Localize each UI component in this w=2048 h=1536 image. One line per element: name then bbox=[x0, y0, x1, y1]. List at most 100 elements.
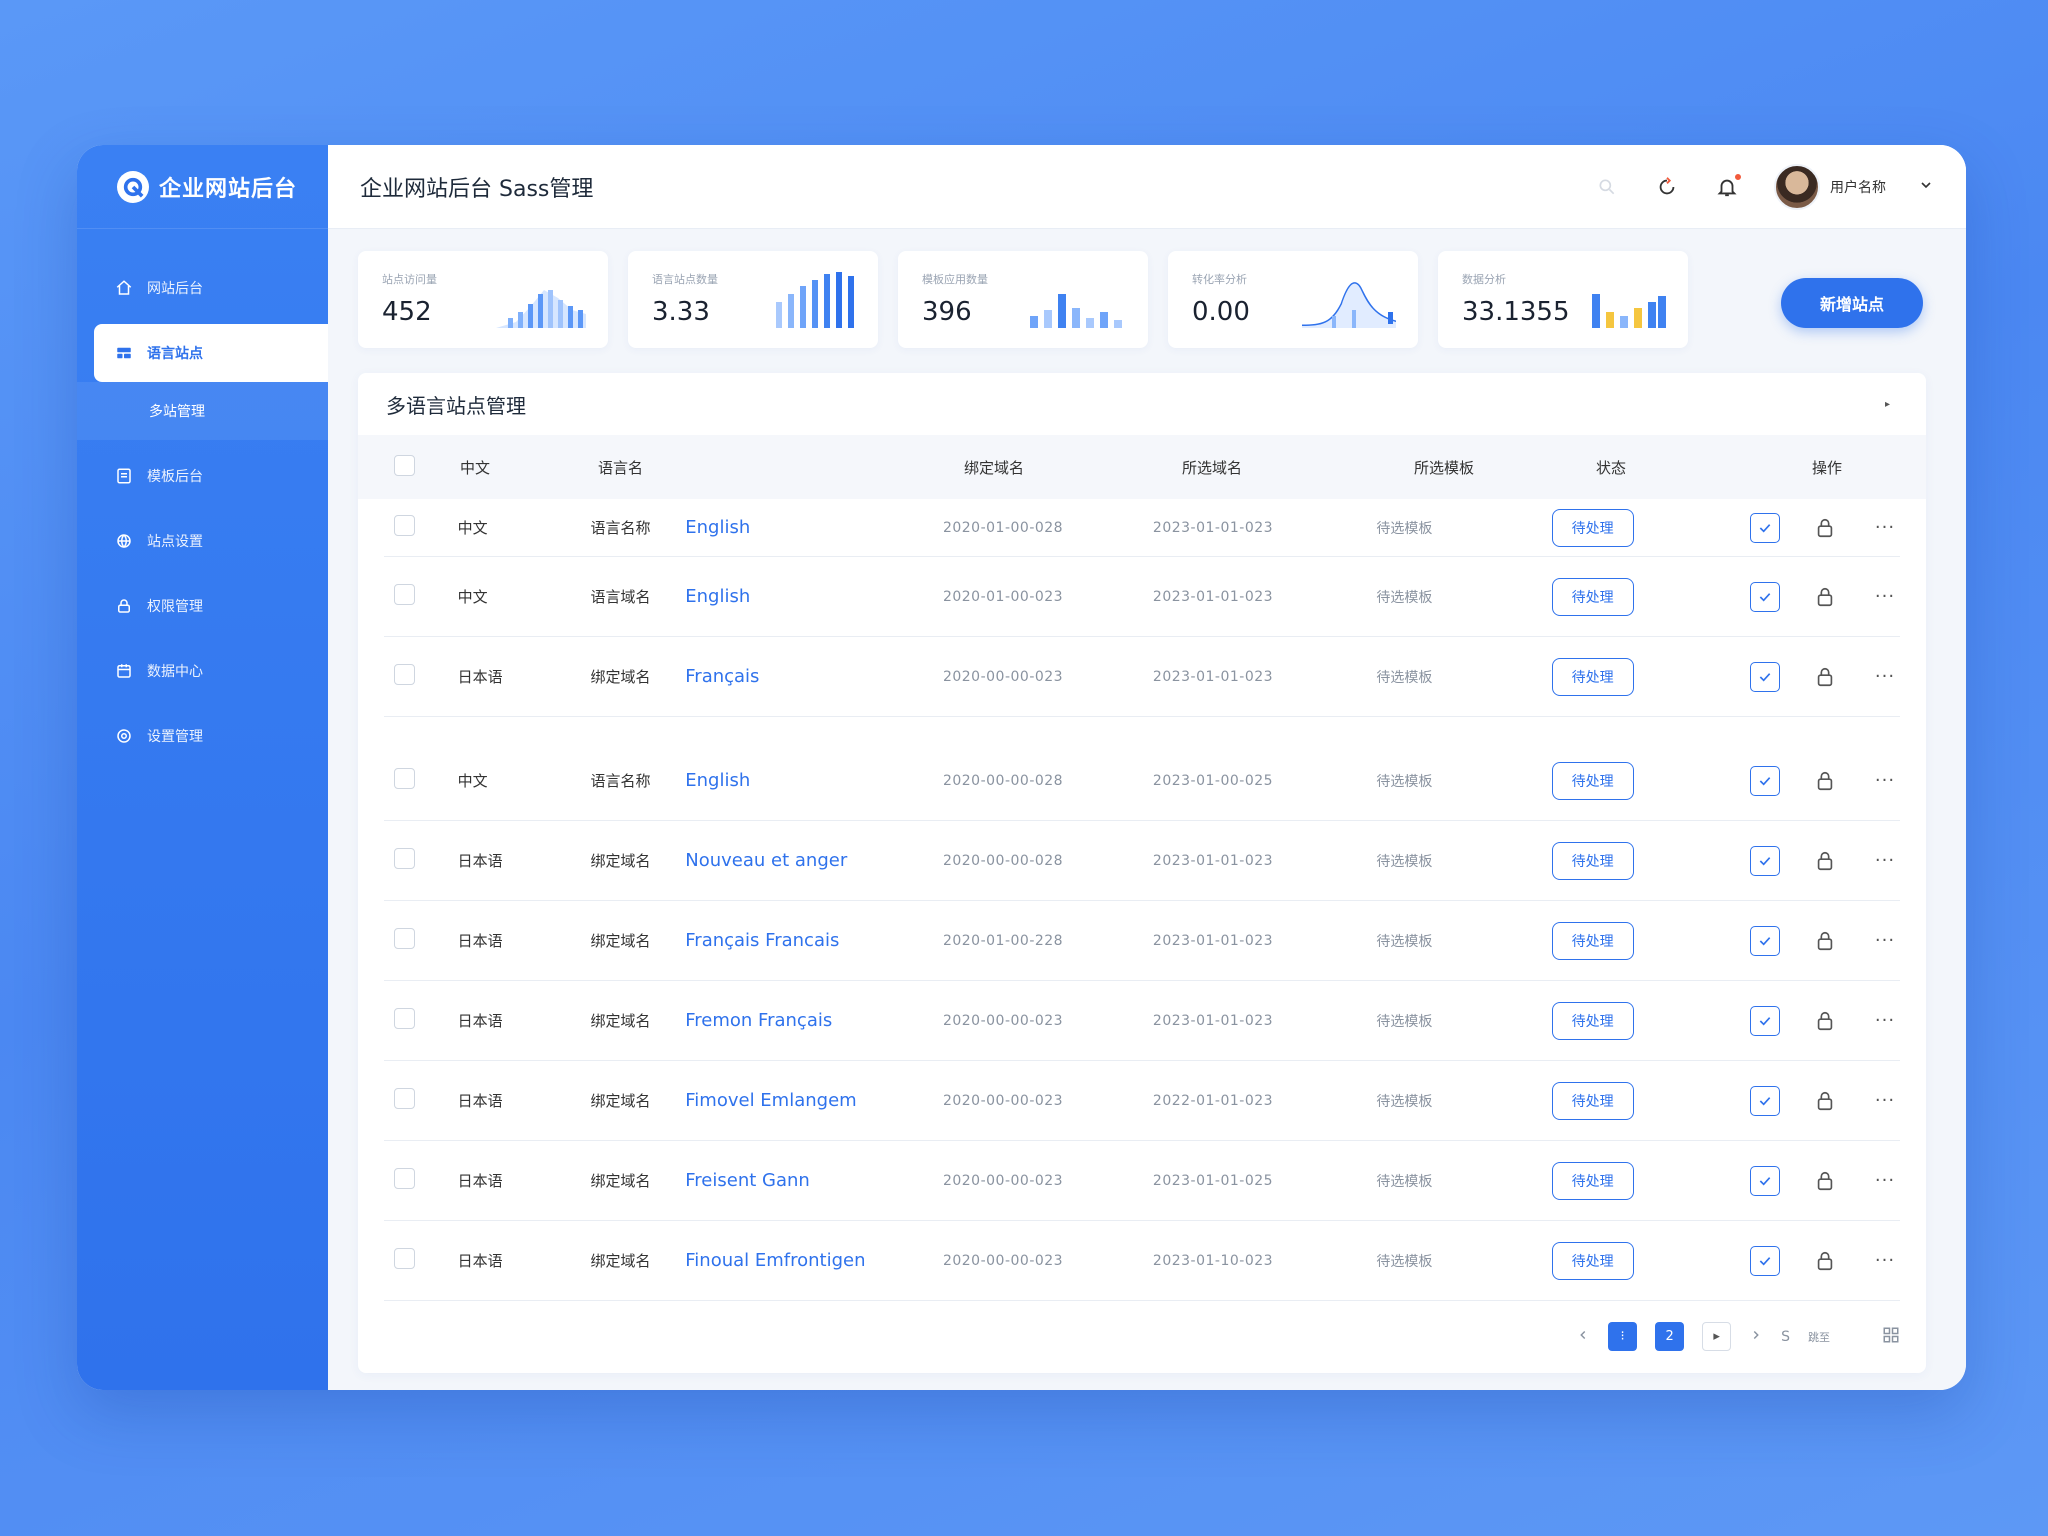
refresh-icon[interactable] bbox=[1654, 174, 1680, 200]
stat-card[interactable]: 数据分析 33.1355 bbox=[1438, 251, 1688, 348]
row-checkbox[interactable] bbox=[394, 664, 415, 685]
status-button[interactable]: 待处理 bbox=[1551, 1241, 1634, 1280]
page-jump[interactable]: 跳至 bbox=[1808, 1329, 1830, 1345]
language-link[interactable]: Français bbox=[685, 666, 759, 687]
row-checkbox[interactable] bbox=[394, 1088, 415, 1109]
table-row[interactable]: 日本语 绑定域名 Freisent Gann 2020-00-00-023 20… bbox=[384, 1141, 1900, 1221]
stat-card[interactable]: 站点访问量 452 bbox=[358, 251, 608, 348]
more-icon[interactable]: ··· bbox=[1870, 1166, 1900, 1196]
select-all-checkbox[interactable] bbox=[394, 454, 415, 476]
status-button[interactable]: 待处理 bbox=[1551, 841, 1634, 880]
page-button[interactable]: 2 bbox=[1655, 1322, 1685, 1351]
approve-check-icon[interactable] bbox=[1750, 845, 1781, 876]
more-icon[interactable]: ··· bbox=[1870, 846, 1900, 876]
row-checkbox[interactable] bbox=[394, 1008, 415, 1029]
sidebar-item-templates[interactable]: 模板后台 bbox=[77, 447, 328, 505]
approve-check-icon[interactable] bbox=[1750, 1005, 1781, 1036]
new-site-button[interactable]: 新增站点 bbox=[1781, 278, 1923, 328]
lock-icon[interactable] bbox=[1810, 926, 1840, 956]
table-row[interactable]: 日本语 绑定域名 Français Francais 2020-01-00-22… bbox=[384, 901, 1900, 981]
row-checkbox[interactable] bbox=[394, 1248, 415, 1269]
chevron-down-icon[interactable] bbox=[1918, 177, 1934, 197]
language-link[interactable]: English bbox=[685, 770, 750, 791]
stat-card[interactable]: 语言站点数量 3.33 bbox=[628, 251, 878, 348]
table-row[interactable]: 日本语 绑定域名 Finoual Emfrontigen 2020-00-00-… bbox=[384, 1221, 1900, 1301]
language-link[interactable]: Nouveau et anger bbox=[685, 850, 847, 871]
status-button[interactable]: 待处理 bbox=[1551, 508, 1634, 547]
next-page-icon[interactable] bbox=[1749, 1328, 1763, 1346]
brand[interactable]: 企业网站后台 bbox=[77, 145, 328, 229]
approve-check-icon[interactable] bbox=[1750, 925, 1781, 956]
lock-icon[interactable] bbox=[1810, 846, 1840, 876]
lock-icon[interactable] bbox=[1810, 662, 1840, 692]
sidebar-item-permissions[interactable]: 权限管理 bbox=[77, 577, 328, 635]
table-row[interactable]: 日本语 绑定域名 Fimovel Emlangem 2020-00-00-023… bbox=[384, 1061, 1900, 1141]
more-icon[interactable]: ··· bbox=[1870, 662, 1900, 692]
lock-icon[interactable] bbox=[1810, 513, 1840, 543]
row-checkbox[interactable] bbox=[394, 768, 415, 789]
row-checkbox[interactable] bbox=[394, 515, 415, 536]
approve-check-icon[interactable] bbox=[1750, 1165, 1781, 1196]
language-link[interactable]: Fremon Français bbox=[685, 1010, 832, 1031]
approve-check-icon[interactable] bbox=[1750, 512, 1781, 543]
more-icon[interactable]: ··· bbox=[1870, 513, 1900, 543]
sidebar-item-home[interactable]: 网站后台 bbox=[77, 259, 328, 317]
lock-icon[interactable] bbox=[1810, 1006, 1840, 1036]
bell-icon[interactable] bbox=[1714, 171, 1743, 200]
row-checkbox[interactable] bbox=[394, 1168, 415, 1189]
sidebar-item-site-settings[interactable]: 站点设置 bbox=[77, 512, 328, 570]
search-icon[interactable] bbox=[1594, 174, 1620, 200]
row-checkbox[interactable] bbox=[394, 584, 415, 605]
table-row[interactable]: 日本语 绑定域名 Fremon Français 2020-00-00-023 … bbox=[384, 981, 1900, 1061]
status-button[interactable]: 待处理 bbox=[1551, 1001, 1634, 1040]
table-row[interactable]: 日本语 绑定域名 Français 2020-00-00-023 2023-01… bbox=[384, 637, 1900, 717]
sidebar-subitem-multi-site[interactable]: 多站管理 bbox=[77, 382, 328, 440]
status-button[interactable]: 待处理 bbox=[1551, 577, 1634, 616]
sidebar-item-data-center[interactable]: 数据中心 bbox=[77, 642, 328, 700]
more-icon[interactable]: ··· bbox=[1870, 582, 1900, 612]
lock-icon[interactable] bbox=[1810, 766, 1840, 796]
lock-icon[interactable] bbox=[1810, 582, 1840, 612]
more-icon[interactable]: ··· bbox=[1870, 1086, 1900, 1116]
more-icon[interactable]: ··· bbox=[1870, 1006, 1900, 1036]
qr-code-icon[interactable] bbox=[1882, 1326, 1900, 1348]
lock-icon[interactable] bbox=[1810, 1086, 1840, 1116]
row-checkbox[interactable] bbox=[394, 848, 415, 869]
status-button[interactable]: 待处理 bbox=[1551, 657, 1634, 696]
lock-icon[interactable] bbox=[1810, 1166, 1840, 1196]
sidebar-item-language-sites[interactable]: 语言站点 bbox=[94, 324, 328, 382]
approve-check-icon[interactable] bbox=[1750, 661, 1781, 692]
approve-check-icon[interactable] bbox=[1750, 1245, 1781, 1276]
sidebar-item-settings[interactable]: 设置管理 bbox=[77, 707, 328, 765]
user-menu[interactable]: 用户名称 bbox=[1774, 163, 1934, 210]
language-link[interactable]: Français Francais bbox=[685, 930, 839, 951]
lock-icon[interactable] bbox=[1810, 1246, 1840, 1276]
language-link[interactable]: Finoual Emfrontigen bbox=[685, 1250, 865, 1271]
language-link[interactable]: Freisent Gann bbox=[685, 1170, 810, 1191]
more-icon[interactable]: ··· bbox=[1870, 1246, 1900, 1276]
approve-check-icon[interactable] bbox=[1750, 1085, 1781, 1116]
language-link[interactable]: English bbox=[685, 517, 750, 538]
more-icon[interactable]: ··· bbox=[1870, 766, 1900, 796]
prev-page-icon[interactable] bbox=[1576, 1328, 1590, 1346]
status-button[interactable]: 待处理 bbox=[1551, 1161, 1634, 1200]
approve-check-icon[interactable] bbox=[1750, 765, 1781, 796]
status-button[interactable]: 待处理 bbox=[1551, 761, 1634, 800]
stat-card[interactable]: 模板应用数量 396 bbox=[898, 251, 1148, 348]
page-button[interactable]: ⁝ bbox=[1608, 1322, 1638, 1351]
table-row[interactable]: 中文 语言名称 English 2020-01-00-028 2023-01-0… bbox=[384, 499, 1900, 557]
status-button[interactable]: 待处理 bbox=[1551, 921, 1634, 960]
sites-table-panel: 多语言站点管理 ▸ 中文 语言名 绑定域名 所选域名 所选模板 状态 操作 中文… bbox=[358, 373, 1926, 1373]
language-link[interactable]: Fimovel Emlangem bbox=[685, 1090, 856, 1111]
stat-card[interactable]: 转化率分析 0.00 bbox=[1168, 251, 1418, 348]
language-link[interactable]: English bbox=[685, 586, 750, 607]
table-row[interactable]: 日本语 绑定域名 Nouveau et anger 2020-00-00-028… bbox=[384, 821, 1900, 901]
table-row[interactable]: 中文 语言域名 English 2020-01-00-023 2023-01-0… bbox=[384, 557, 1900, 637]
page-more-button[interactable]: ▸ bbox=[1702, 1322, 1732, 1351]
more-icon[interactable]: ··· bbox=[1870, 926, 1900, 956]
table-row[interactable]: 中文 语言名称 English 2020-00-00-028 2023-01-0… bbox=[384, 741, 1900, 821]
status-button[interactable]: 待处理 bbox=[1551, 1081, 1634, 1120]
approve-check-icon[interactable] bbox=[1750, 581, 1781, 612]
caret-right-icon[interactable]: ▸ bbox=[1885, 399, 1890, 410]
row-checkbox[interactable] bbox=[394, 928, 415, 949]
